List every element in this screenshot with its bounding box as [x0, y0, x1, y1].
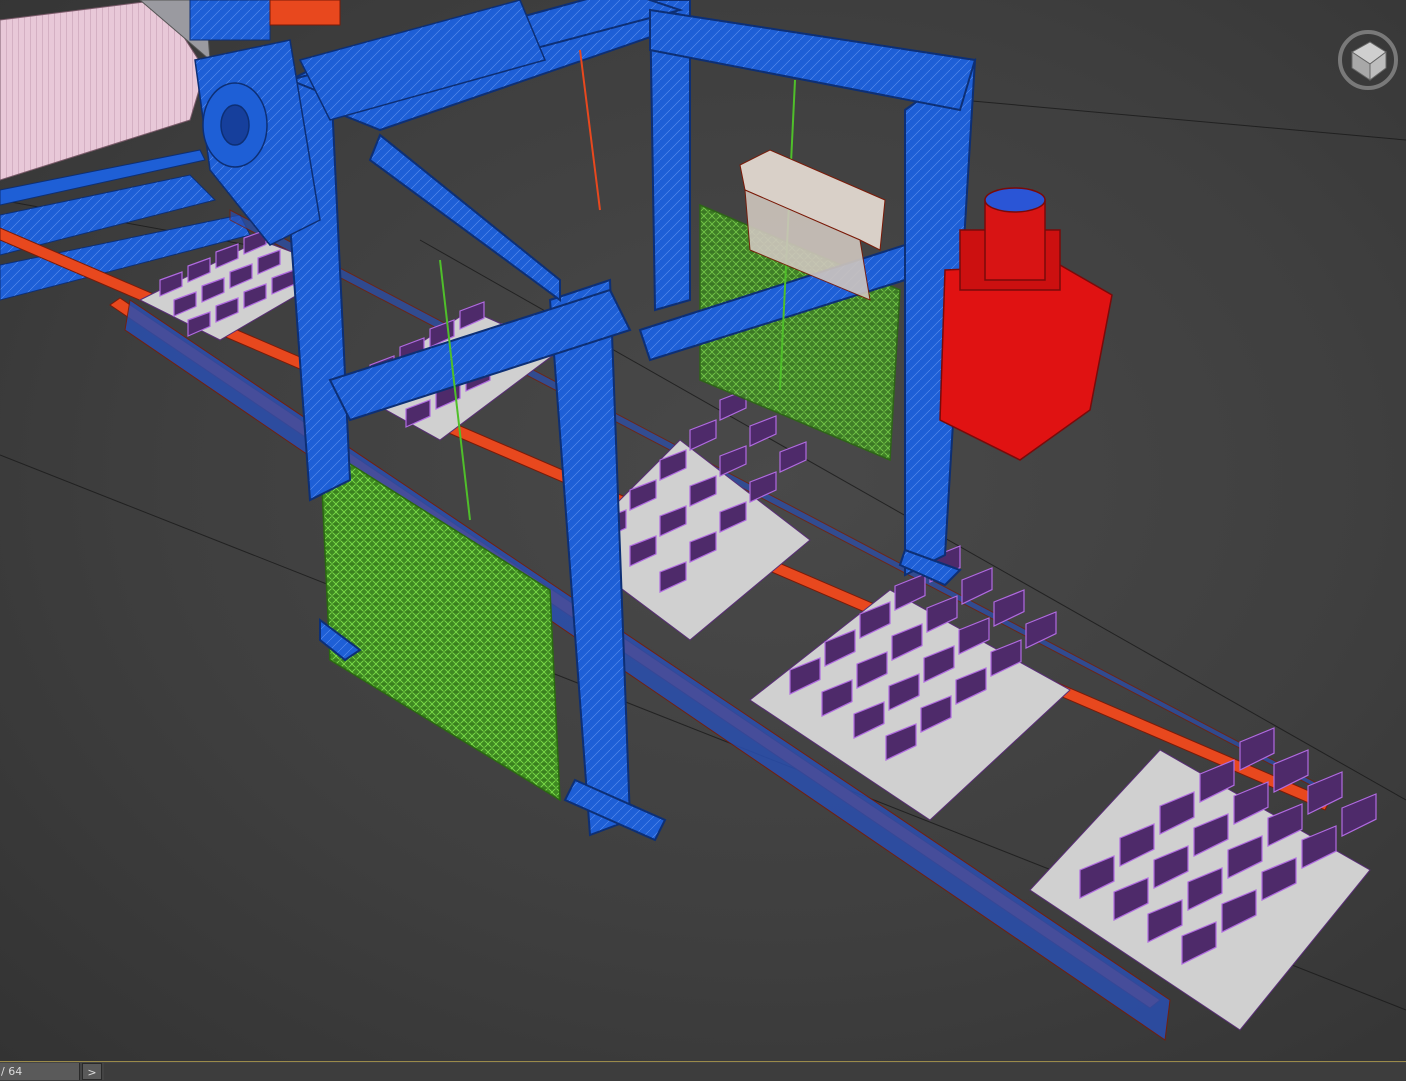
concrete-block	[719, 445, 747, 477]
block-machine-wireframe-scene	[0, 0, 1406, 1041]
concrete-block	[689, 419, 717, 451]
concrete-block	[749, 415, 777, 447]
timeline-track[interactable]	[104, 1063, 1406, 1080]
viewcube-icon[interactable]	[1330, 22, 1400, 92]
chevron-right-icon: >	[87, 1066, 97, 1079]
timeline-bar: / 64 >	[0, 1061, 1406, 1080]
frame-counter[interactable]: / 64	[0, 1063, 80, 1080]
frame-display: / 64	[1, 1065, 23, 1078]
hydraulic-power-unit	[939, 187, 1113, 461]
next-frame-button[interactable]: >	[82, 1063, 102, 1080]
3d-viewport[interactable]	[0, 0, 1406, 1061]
concrete-block	[1341, 793, 1377, 837]
concrete-block	[961, 567, 993, 605]
